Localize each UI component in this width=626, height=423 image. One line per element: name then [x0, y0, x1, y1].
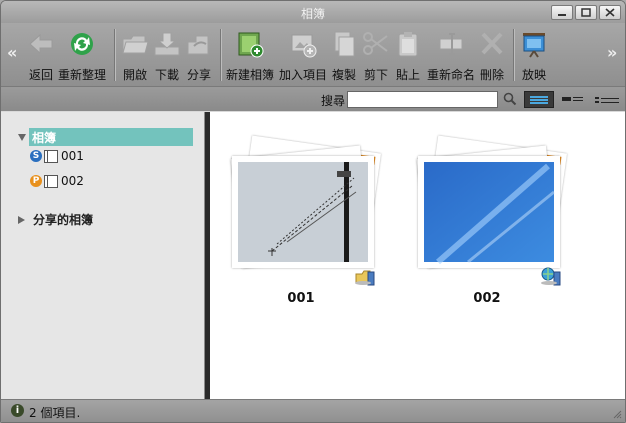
download-button[interactable]: 下載 [152, 23, 182, 86]
search-label: 搜尋 [321, 94, 346, 108]
slideshow-icon [519, 29, 549, 59]
window-title: 相簿 [300, 7, 325, 21]
share-icon [184, 29, 214, 59]
window-controls [551, 5, 621, 20]
shared-albums-label: 分享的相簿 [33, 213, 94, 227]
status-bar: i 2 個項目. [1, 399, 625, 422]
detail-view-icon [595, 96, 619, 103]
minimize-icon [552, 6, 572, 19]
search-icon[interactable] [503, 92, 517, 109]
scroll-right-icon[interactable]: » [607, 43, 617, 62]
album-window: 相簿 « 返回 重新整理 開啟 下載 分享 新建相簿 加入項目 複製 剪下 貼上… [0, 0, 626, 423]
sidebar-album-001[interactable]: S 001 [30, 149, 84, 163]
albums-root-label: 相簿 [29, 128, 193, 146]
cut-icon [361, 29, 391, 59]
copy-button[interactable]: 複製 [331, 23, 357, 86]
paste-icon [393, 29, 423, 59]
refresh-button[interactable]: 重新整理 [58, 23, 106, 86]
maximize-button[interactable] [575, 5, 597, 20]
share-button[interactable]: 分享 [184, 23, 214, 86]
shared-badge-icon: S [30, 150, 42, 162]
rename-icon [436, 29, 466, 59]
album-sidebar: 相簿 S 001 P 002 分享的相簿 [1, 112, 205, 399]
shared-folder-icon [354, 266, 378, 289]
open-folder-icon [120, 29, 150, 59]
search-input[interactable] [347, 91, 498, 108]
album-book-icon [44, 174, 58, 188]
add-item-icon [288, 29, 318, 59]
list-view-icon [562, 96, 583, 101]
copy-icon [329, 29, 359, 59]
sidebar-album-label: 001 [61, 149, 84, 163]
maximize-icon [576, 6, 596, 19]
download-icon [152, 29, 182, 59]
status-text: 2 個項目. [29, 406, 81, 420]
refresh-icon [67, 29, 97, 59]
minimize-button[interactable] [551, 5, 573, 20]
public-badge-icon: P [30, 175, 42, 187]
album-grid: 001 002 [210, 112, 625, 399]
thumbnail-view-button[interactable] [524, 91, 554, 108]
album-thumbnail-002[interactable]: 002 [412, 126, 568, 306]
detail-view-button[interactable] [592, 91, 622, 108]
close-button[interactable] [599, 5, 621, 20]
open-button[interactable]: 開啟 [120, 23, 150, 86]
new-album-icon [235, 29, 265, 59]
toolbar-divider [114, 29, 115, 81]
expanded-triangle-icon [18, 133, 26, 141]
slideshow-button[interactable]: 放映 [520, 23, 548, 86]
new-album-button[interactable]: 新建相簿 [225, 23, 275, 86]
search-bar: 搜尋 [1, 86, 625, 111]
albums-root-node[interactable]: 相簿 [18, 128, 193, 146]
sidebar-album-002[interactable]: P 002 [30, 174, 84, 188]
collapsed-triangle-icon [18, 215, 25, 224]
delete-icon [477, 29, 507, 59]
cut-button[interactable]: 剪下 [363, 23, 389, 86]
back-button[interactable]: 返回 [25, 23, 57, 86]
info-icon: i [11, 404, 24, 417]
scroll-left-icon[interactable]: « [7, 43, 17, 62]
public-web-icon [540, 266, 564, 289]
toolbar-divider [220, 29, 221, 81]
title-bar[interactable]: 相簿 [1, 1, 625, 23]
shared-albums-node[interactable]: 分享的相簿 [18, 211, 93, 228]
grid-view-icon [530, 95, 548, 104]
toolbar-divider [513, 29, 514, 81]
delete-button[interactable]: 刪除 [479, 23, 505, 86]
rename-button[interactable]: 重新命名 [426, 23, 476, 86]
album-name-label: 002 [473, 291, 501, 306]
close-icon [600, 6, 620, 19]
album-cover-photo [232, 156, 374, 268]
sidebar-album-label: 002 [61, 174, 84, 188]
list-view-button[interactable] [558, 91, 588, 108]
album-thumbnail-001[interactable]: 001 [226, 126, 382, 306]
album-book-icon [44, 149, 58, 163]
album-cover-photo [418, 156, 560, 268]
album-name-label: 001 [287, 291, 315, 306]
toolbar: « 返回 重新整理 開啟 下載 分享 新建相簿 加入項目 複製 剪下 貼上 重新… [1, 23, 625, 86]
resize-grip-icon[interactable] [612, 408, 622, 419]
paste-button[interactable]: 貼上 [395, 23, 421, 86]
add-item-button[interactable]: 加入項目 [278, 23, 328, 86]
back-arrow-icon [26, 29, 56, 59]
